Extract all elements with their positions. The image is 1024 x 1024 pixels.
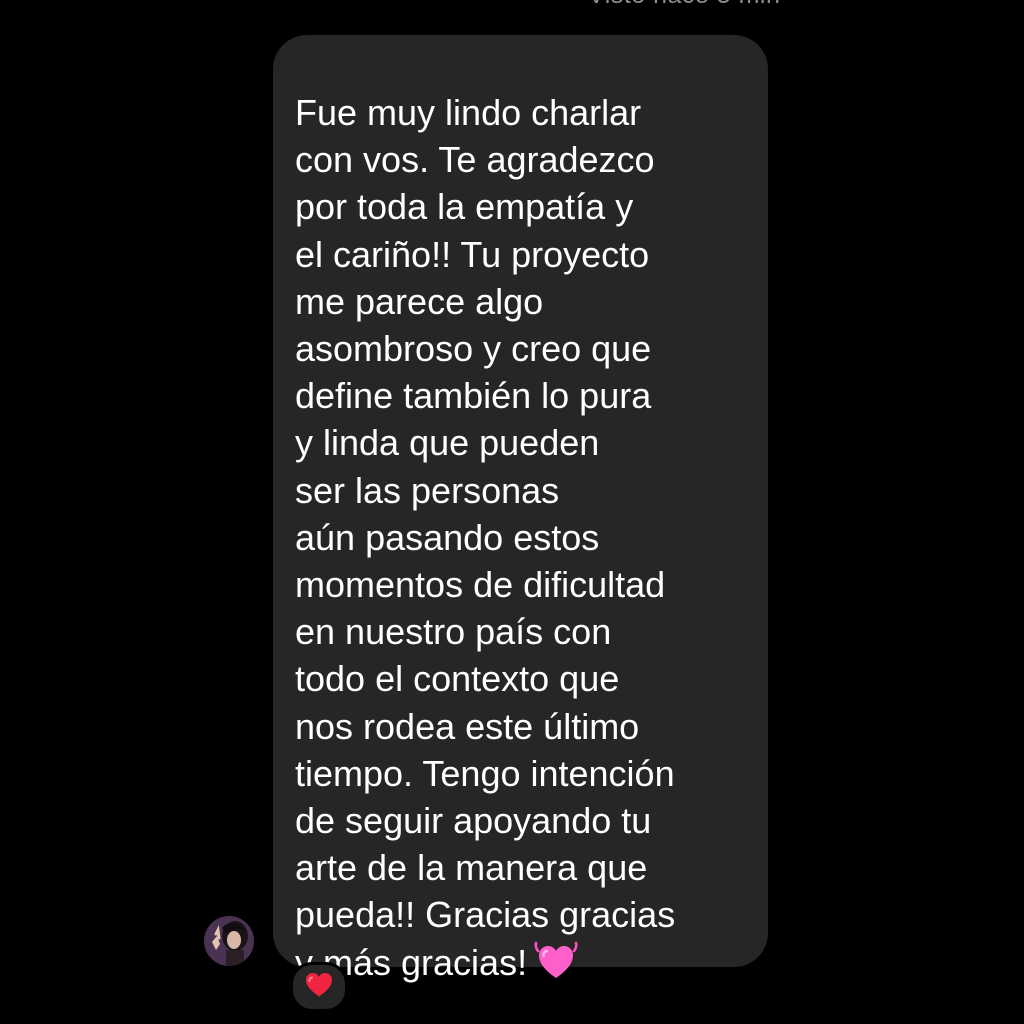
message-line: ser las personas (295, 469, 560, 511)
message-line: todo el contexto que (295, 658, 620, 700)
message-line: tiempo. Tengo intención (295, 752, 675, 794)
user-avatar-photo-icon (204, 916, 254, 966)
message-line: de seguir apoyando tu (295, 800, 652, 842)
message-line: define también lo pura (295, 375, 652, 417)
message-line: por toda la empatía y (295, 186, 634, 228)
message-line: pueda!! Gracias gracias (295, 894, 676, 936)
received-message-bubble[interactable]: Fue muy lindo charlar con vos. Te agrade… (273, 35, 768, 983)
red-heart-icon (304, 971, 334, 1003)
message-line: en nuestro país con (295, 611, 612, 653)
seen-status: Visto hace 5 min (588, 0, 780, 10)
heart-reaction[interactable] (290, 962, 348, 1012)
message-line: y linda que pueden (295, 422, 600, 464)
message-line: momentos de dificultad (295, 564, 666, 606)
beating-heart-icon (533, 941, 579, 978)
message-line: con vos. Te agradezco (295, 139, 655, 181)
sender-avatar[interactable] (204, 916, 254, 966)
message-line: nos rodea este último (295, 705, 640, 747)
message-line: asombroso y creo que (295, 328, 652, 370)
message-line: el cariño!! Tu proyecto (295, 233, 650, 275)
message-line: aún pasando estos (295, 516, 600, 558)
message-line: me parece algo (295, 280, 544, 322)
message-line: Fue muy lindo charlar (295, 92, 642, 133)
message-text: Fue muy lindo charlar con vos. Te agrade… (295, 89, 768, 986)
message-line: arte de la manera que (295, 847, 648, 889)
